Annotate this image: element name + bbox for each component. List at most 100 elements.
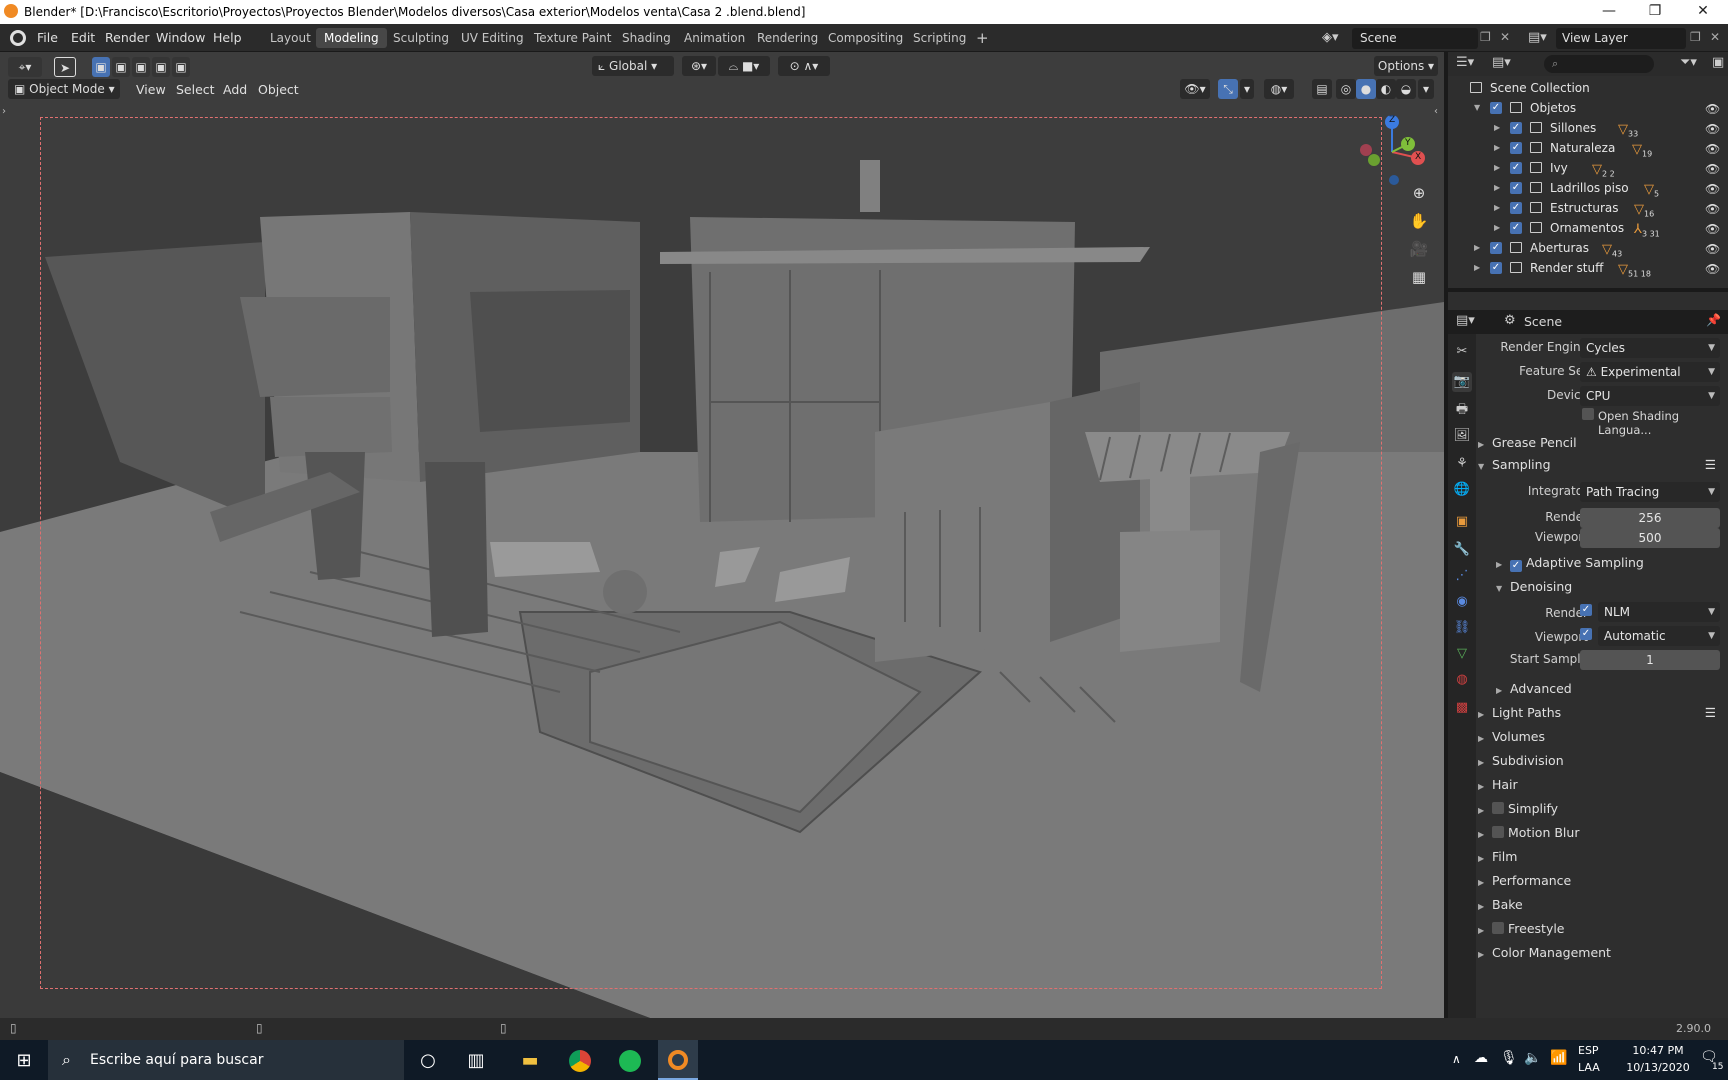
gizmo-dropdown-icon[interactable]: ▾ bbox=[1240, 79, 1254, 99]
viewport-menu-object[interactable]: Object bbox=[258, 81, 299, 99]
outliner-search-input[interactable]: ⌕ bbox=[1544, 55, 1654, 73]
select-subtract-icon[interactable]: ▣ bbox=[132, 57, 150, 77]
properties-editor-type-icon[interactable]: ▤▾ bbox=[1456, 313, 1475, 328]
texture-tab-icon[interactable]: ▩ bbox=[1452, 698, 1472, 718]
view-layer-close-icon[interactable]: ✕ bbox=[1710, 30, 1720, 44]
data-tab-icon[interactable]: ▽ bbox=[1452, 644, 1472, 664]
tab-animation[interactable]: Animation bbox=[676, 28, 753, 48]
wireframe-shading-icon[interactable]: ◎ bbox=[1336, 79, 1356, 99]
collection-checkbox[interactable]: ✓ bbox=[1510, 142, 1522, 154]
tool-tab-icon[interactable]: ✂ bbox=[1452, 342, 1472, 362]
select-extend-icon[interactable]: ▣ bbox=[112, 57, 130, 77]
display-mode-icon[interactable]: ▤▾ bbox=[1492, 55, 1511, 70]
denoise-render-dropdown[interactable]: NLM ▼ bbox=[1598, 602, 1720, 622]
collection-checkbox[interactable]: ✓ bbox=[1510, 162, 1522, 174]
denoise-render-checkbox[interactable]: ✓ bbox=[1580, 604, 1592, 616]
gizmo-toggle-icon[interactable]: ⤡ bbox=[1218, 79, 1238, 99]
collection-checkbox[interactable]: ✓ bbox=[1510, 182, 1522, 194]
panel-simplify[interactable]: ▶ Simplify bbox=[1478, 798, 1724, 820]
pivot-point-dropdown[interactable]: ⊛▾ bbox=[682, 56, 716, 76]
outliner-row-ladrillos-piso[interactable]: ▶ ✓ Ladrillos piso ▽5 👁 bbox=[1448, 178, 1728, 199]
visibility-dropdown-icon[interactable]: 👁▾ bbox=[1180, 79, 1210, 99]
panel-color-management[interactable]: ▶ Color Management bbox=[1478, 942, 1724, 964]
show-hidden-icons-icon[interactable]: ∧ bbox=[1452, 1052, 1461, 1066]
panel-subdivision[interactable]: ▶ Subdivision bbox=[1478, 750, 1724, 772]
panel-hair[interactable]: ▶ Hair bbox=[1478, 774, 1724, 796]
outliner-row-naturaleza[interactable]: ▶ ✓ Naturaleza ▽19 👁 bbox=[1448, 138, 1728, 159]
scene-browse-icon[interactable]: ◈▾ bbox=[1322, 30, 1339, 45]
motion-blur-checkbox[interactable] bbox=[1492, 826, 1504, 838]
navigation-gizmo[interactable]: Z X Y bbox=[1350, 110, 1430, 190]
tab-rendering[interactable]: Rendering bbox=[749, 28, 826, 48]
viewport-menu-add[interactable]: Add bbox=[223, 81, 247, 99]
view-layer-copy-icon[interactable]: ❐ bbox=[1690, 30, 1701, 44]
eye-icon[interactable]: 👁 bbox=[1705, 139, 1720, 159]
sidebar-expand-icon[interactable]: ‹ bbox=[1434, 106, 1438, 117]
microphone-icon[interactable]: 🎙 bbox=[1500, 1050, 1518, 1066]
select-invert-icon[interactable]: ▣ bbox=[152, 57, 170, 77]
select-intersect-icon[interactable]: ▣ bbox=[172, 57, 190, 77]
menu-help[interactable]: Help bbox=[210, 29, 245, 47]
viewport-menu-select[interactable]: Select bbox=[176, 81, 215, 99]
tab-modeling[interactable]: Modeling bbox=[316, 28, 387, 48]
close-button[interactable]: ✕ bbox=[1680, 0, 1726, 24]
snap-dropdown[interactable]: ⌓ ■▾ bbox=[718, 56, 770, 76]
add-workspace-button[interactable]: + bbox=[968, 28, 997, 48]
particles-tab-icon[interactable]: ⋰ bbox=[1452, 566, 1472, 586]
task-view-icon[interactable]: ▥ bbox=[456, 1046, 496, 1076]
tab-uv-editing[interactable]: UV Editing bbox=[453, 28, 532, 48]
eye-icon[interactable]: 👁 bbox=[1705, 219, 1720, 239]
outliner-row-objetos[interactable]: ▼ ✓ Objetos 👁 bbox=[1448, 98, 1728, 118]
panel-volumes[interactable]: ▶ Volumes bbox=[1478, 726, 1724, 748]
collection-checkbox[interactable]: ✓ bbox=[1490, 262, 1502, 274]
tab-layout[interactable]: Layout bbox=[262, 28, 319, 48]
eye-icon[interactable]: 👁 bbox=[1705, 119, 1720, 139]
material-shading-icon[interactable]: ◐ bbox=[1376, 79, 1396, 99]
physics-tab-icon[interactable]: ◉ bbox=[1452, 592, 1472, 612]
expand-triangle-icon[interactable]: ▼ bbox=[1474, 98, 1480, 118]
constraints-tab-icon[interactable]: ⛓ bbox=[1452, 618, 1472, 638]
overlays-icon[interactable]: ◍▾ bbox=[1264, 79, 1294, 99]
collection-checkbox[interactable]: ✓ bbox=[1510, 222, 1522, 234]
expand-triangle-icon[interactable]: ▶ bbox=[1494, 158, 1500, 178]
expand-triangle-icon[interactable]: ▶ bbox=[1494, 118, 1500, 138]
collection-checkbox[interactable]: ✓ bbox=[1510, 122, 1522, 134]
blender-taskbar-icon[interactable] bbox=[658, 1040, 698, 1080]
editor-type-button[interactable]: ⌖▾ bbox=[8, 57, 42, 77]
pin-icon[interactable]: 📌 bbox=[1706, 313, 1721, 327]
outliner-row-estructuras[interactable]: ▶ ✓ Estructuras ▽16 👁 bbox=[1448, 198, 1728, 219]
start-sample-field[interactable]: 1 bbox=[1580, 650, 1720, 670]
shading-dropdown-icon[interactable]: ▾ bbox=[1418, 79, 1434, 99]
outliner-row-ornamentos[interactable]: ▶ ✓ Ornamentos ⅄3 31 👁 bbox=[1448, 218, 1728, 239]
new-collection-icon[interactable]: ▣ bbox=[1712, 55, 1724, 70]
select-box-icon[interactable]: ▣ bbox=[92, 57, 110, 77]
outliner-editor-type-icon[interactable]: ☰▾ bbox=[1456, 55, 1474, 70]
language-label[interactable]: ESP bbox=[1578, 1044, 1599, 1057]
proportional-edit-dropdown[interactable]: ⊙ ∧▾ bbox=[778, 56, 830, 76]
outliner-root[interactable]: Scene Collection bbox=[1448, 78, 1728, 98]
subpanel-advanced[interactable]: ▶ Advanced bbox=[1496, 678, 1716, 700]
freestyle-checkbox[interactable] bbox=[1492, 922, 1504, 934]
outliner-row-aberturas[interactable]: ▶ ✓ Aberturas ▽43 👁 bbox=[1448, 238, 1728, 259]
tab-texture-paint[interactable]: Texture Paint bbox=[526, 28, 619, 48]
subpanel-denoising[interactable]: ▼ Denoising bbox=[1496, 576, 1716, 598]
render-samples-field[interactable]: 256 bbox=[1580, 508, 1720, 528]
integrator-dropdown[interactable]: Path Tracing ▼ bbox=[1580, 482, 1720, 502]
transform-orientation-dropdown[interactable]: ⟀ Global ▾ bbox=[592, 56, 674, 76]
clock-time[interactable]: 10:47 PM bbox=[1620, 1044, 1696, 1057]
menu-window[interactable]: Window bbox=[153, 29, 208, 47]
view-layer-field[interactable]: View Layer bbox=[1556, 28, 1686, 49]
blender-menu-icon[interactable] bbox=[10, 30, 26, 46]
expand-triangle-icon[interactable]: ▶ bbox=[1474, 238, 1480, 258]
solid-shading-icon[interactable]: ● bbox=[1356, 79, 1376, 99]
world-tab-icon[interactable]: 🌐 bbox=[1452, 480, 1472, 500]
view-layer-browse-icon[interactable]: ▤▾ bbox=[1528, 30, 1547, 45]
scene-name-field[interactable]: Scene bbox=[1352, 28, 1478, 49]
file-explorer-icon[interactable]: ▬ bbox=[510, 1046, 550, 1076]
tab-scripting[interactable]: Scripting bbox=[905, 28, 974, 48]
scene-tab-icon[interactable]: ⚘ bbox=[1452, 454, 1472, 474]
outliner-row-ivy[interactable]: ▶ ✓ Ivy ▽2 2 👁 bbox=[1448, 158, 1728, 179]
modifier-tab-icon[interactable]: 🔧 bbox=[1452, 540, 1472, 560]
options-dropdown[interactable]: Options ▾ bbox=[1374, 56, 1438, 76]
scene-close-icon[interactable]: ✕ bbox=[1500, 30, 1510, 44]
